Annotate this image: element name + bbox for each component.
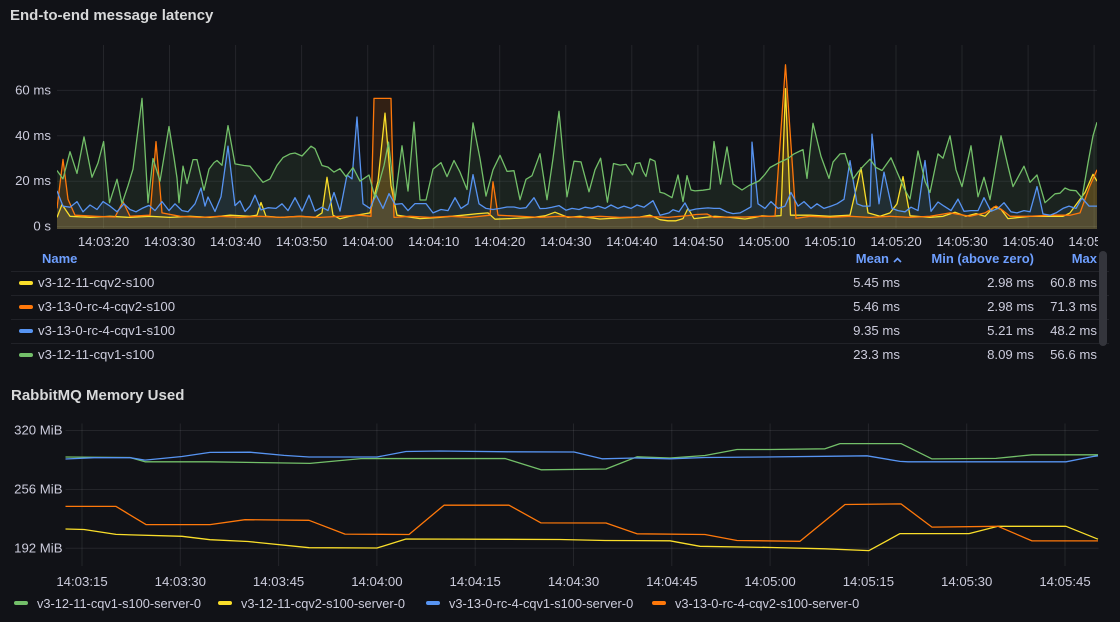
svg-text:320 MiB: 320 MiB [14,423,63,438]
svg-text:14:05:45: 14:05:45 [1039,574,1090,589]
svg-text:14:04:15: 14:04:15 [450,574,501,589]
svg-text:14:04:00: 14:04:00 [351,574,402,589]
svg-text:14:04:45: 14:04:45 [646,574,697,589]
svg-text:14:05:30: 14:05:30 [941,574,992,589]
svg-text:14:04:30: 14:04:30 [548,574,599,589]
svg-text:14:05:15: 14:05:15 [843,574,894,589]
svg-text:14:03:15: 14:03:15 [56,574,107,589]
svg-text:192 MiB: 192 MiB [14,540,63,555]
svg-text:14:05:00: 14:05:00 [744,574,795,589]
svg-text:14:03:30: 14:03:30 [155,574,206,589]
svg-text:14:03:45: 14:03:45 [253,574,304,589]
svg-text:256 MiB: 256 MiB [14,482,63,497]
